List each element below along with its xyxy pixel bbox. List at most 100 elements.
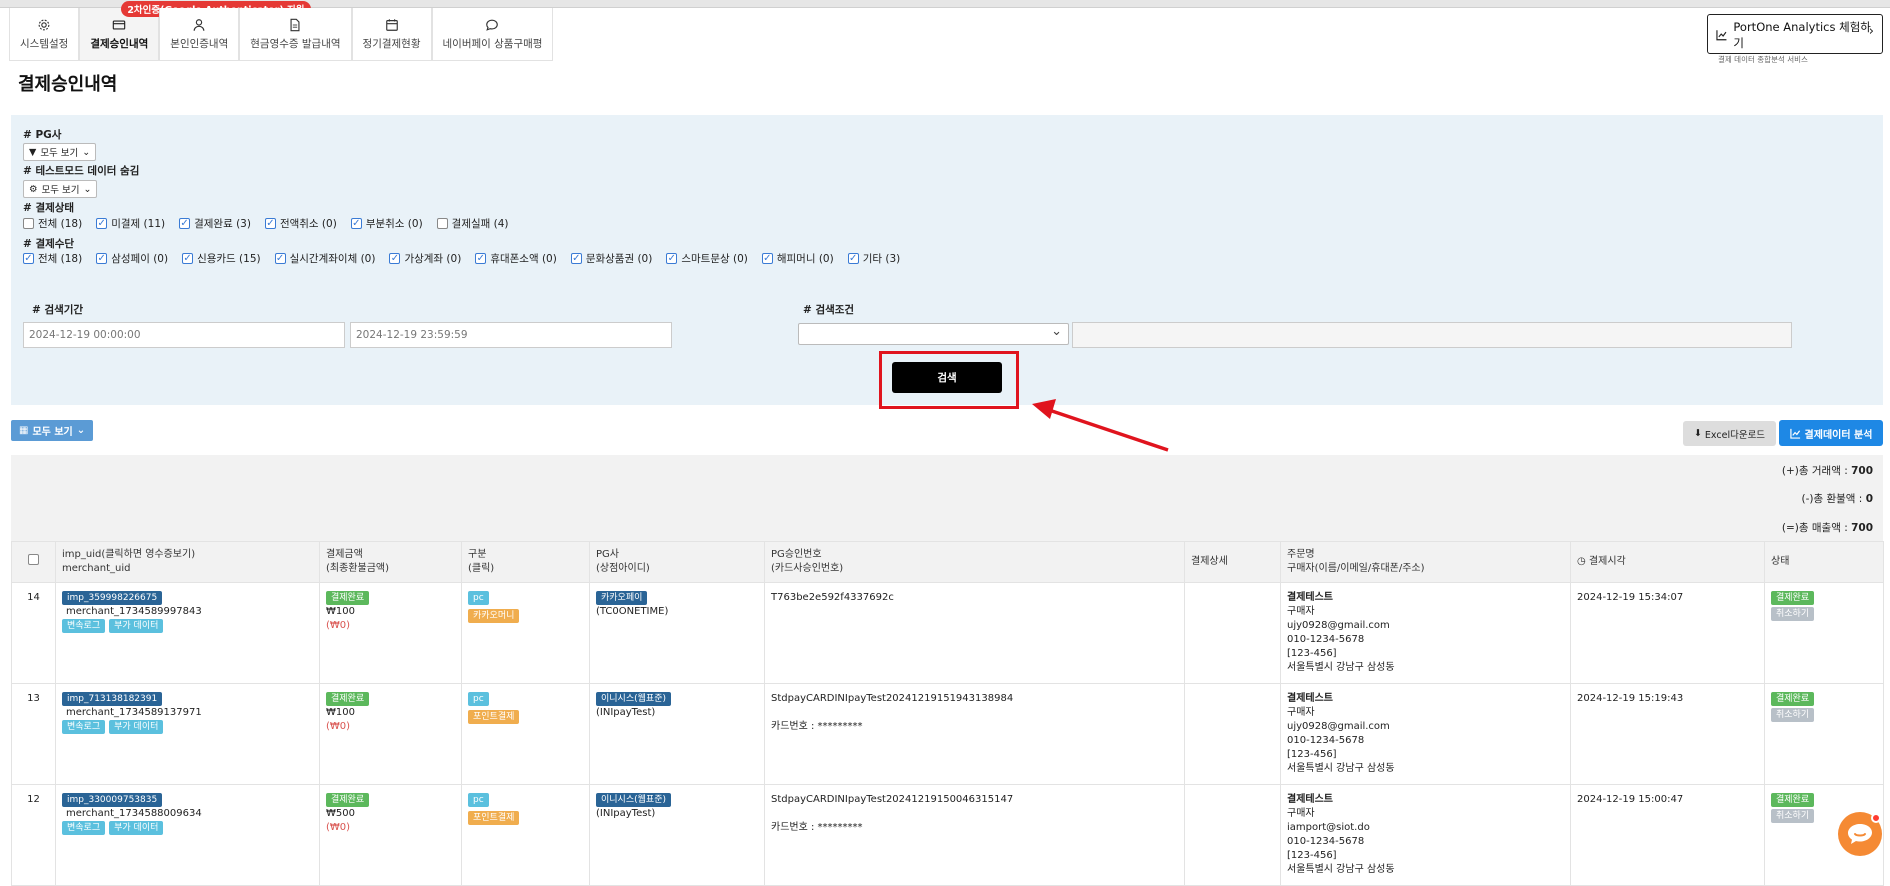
checkbox[interactable] (761, 253, 773, 264)
checkbox[interactable] (23, 218, 34, 229)
header-pg-sub: (상점아이디) (596, 563, 650, 574)
buyer-address: 서울특별시 강남구 삼성동 (1287, 763, 1395, 774)
method-label[interactable]: 포인트결제 (468, 710, 520, 724)
checkbox[interactable] (23, 253, 34, 264)
imp-uid-link[interactable]: imp_330009753835 (62, 793, 163, 807)
device-label[interactable]: pc (468, 793, 489, 807)
detail-cell (1184, 582, 1281, 684)
tab-subscriptions[interactable]: 정기결제현황 (351, 8, 432, 61)
pg-filter-dropdown-label: 모두 보기 (40, 148, 79, 159)
status-checkbox-full-cancel[interactable]: 전액취소 (0) (264, 216, 337, 231)
data-analysis-button[interactable]: 결제데이터 분석 (1779, 420, 1883, 446)
approval-cell: T763be2e592f4337692c (764, 582, 1185, 684)
status-cell: 결제완료 취소하기 (1764, 582, 1884, 684)
buyer-email: ujy0928@gmail.com (1287, 721, 1390, 732)
header-time-label: 결제시각 (1588, 556, 1626, 567)
period-end-input[interactable]: 2024-12-19 23:59:59 (350, 322, 672, 348)
condition-select[interactable] (798, 323, 1069, 345)
search-button[interactable]: 검색 (892, 362, 1002, 393)
cancel-button[interactable]: 취소하기 (1771, 607, 1815, 621)
status-checkbox-partial-cancel[interactable]: 부분취소 (0) (350, 216, 423, 231)
status-checkbox-all[interactable]: 전체 (18) (23, 216, 82, 231)
imp-uid-link[interactable]: imp_359998226675 (62, 591, 163, 605)
period-start-input[interactable]: 2024-12-19 00:00:00 (23, 322, 345, 348)
pg-cell: 이니시스(웹표준) (INIpayTest) (589, 784, 765, 886)
method-checkbox-transfer[interactable]: 실시간계좌이체 (0) (274, 251, 375, 266)
tab-identity-verification[interactable]: 본인인증내역 (159, 8, 240, 61)
tab-naverpay-reviews[interactable]: 네이버페이 상품구매평 (431, 8, 554, 61)
device-label[interactable]: pc (468, 692, 489, 706)
clock-icon: ◷ (1577, 556, 1586, 567)
method-checkbox-samsungpay[interactable]: 삼성페이 (0) (96, 251, 168, 266)
checkbox[interactable] (179, 218, 191, 229)
method-checkbox-culture[interactable]: 문화상품권 (0) (570, 251, 652, 266)
buyer-name: 구매자 (1287, 707, 1315, 718)
checkbox[interactable] (264, 218, 276, 229)
status-checkbox-failed[interactable]: 결제실패 (4) (436, 216, 509, 231)
tab-label: 시스템설정 (20, 37, 69, 50)
amount-status-label: 결제완료 (326, 793, 370, 807)
checkbox[interactable] (182, 253, 194, 264)
buyer-address: 서울특별시 강남구 삼성동 (1287, 662, 1395, 673)
analytics-subtitle: 결제 데이터 종합분석 서비스 (1718, 55, 1808, 64)
view-all-label: 모두 보기 (32, 427, 73, 438)
imp-uid-link[interactable]: imp_713138182391 (62, 692, 163, 706)
column-view-all-button[interactable]: ▦ 모두 보기 ⌄ (11, 420, 94, 441)
funnel-icon: ▼ (29, 146, 37, 158)
checkbox[interactable] (475, 253, 487, 264)
method-checkbox-smartculture[interactable]: 스마트문상 (0) (666, 251, 748, 266)
method-checkbox-card[interactable]: 신용카드 (15) (182, 251, 261, 266)
checkbox[interactable] (274, 253, 286, 264)
method-checkbox-vbank[interactable]: 가상계좌 (0) (389, 251, 461, 266)
excel-label: Excel다운로드 (1704, 429, 1766, 441)
checkbox[interactable] (847, 253, 859, 264)
buyer-name: 구매자 (1287, 606, 1315, 617)
portone-analytics-button[interactable]: PortOne Analytics 체험하기 결제 데이터 종합분석 서비스 › (1707, 14, 1883, 64)
cancel-button[interactable]: 취소하기 (1771, 708, 1815, 722)
type-cell: pc 카카오머니 (461, 582, 590, 684)
summary-total: (+)총 거래액 : 700 (1782, 463, 1873, 478)
method-checkbox-all[interactable]: 전체 (18) (23, 251, 82, 266)
payments-table: imp_uid(클릭하면 영수증보기) merchant_uid 결제금액 (최종환… (11, 541, 1884, 886)
change-log-button[interactable]: 변속로그 (62, 720, 106, 734)
tab-system-settings[interactable]: 시스템설정 (9, 8, 80, 61)
tab-payment-approvals[interactable]: 2차인증(Google Authenticator) 지원 결제승인내역 (79, 1, 311, 61)
checkbox[interactable] (96, 253, 108, 264)
pg-filter-dropdown[interactable]: ▼ 모두 보기 ⌄ (23, 143, 97, 161)
test-mode-dropdown[interactable]: ⚙ 모두 보기 ⌄ (23, 180, 98, 198)
excel-download-button[interactable]: ⬇ Excel다운로드 (1683, 421, 1776, 446)
checkbox[interactable] (666, 253, 678, 264)
amount-cell: 결제완료 ₩100 (₩0) (319, 582, 462, 684)
extra-data-button[interactable]: 부가 데이터 (109, 619, 164, 633)
cancel-button[interactable]: 취소하기 (1771, 809, 1815, 823)
tab-cash-receipts[interactable]: 현금영수증 발급내역 (239, 8, 352, 61)
extra-data-button[interactable]: 부가 데이터 (109, 821, 164, 835)
checkbox[interactable] (389, 253, 401, 264)
person-icon (193, 18, 205, 31)
method-checkbox-happymoney[interactable]: 해피머니 (0) (761, 251, 834, 266)
select-all-checkbox[interactable] (28, 554, 39, 565)
detail-cell (1184, 683, 1281, 785)
checkbox[interactable] (96, 218, 108, 229)
header-type: 구분 (클릭) (461, 541, 590, 583)
checkbox[interactable] (436, 218, 448, 229)
time-cell: 2024-12-19 15:19:43 (1570, 683, 1765, 785)
condition-label: # 검색조건 (803, 304, 855, 316)
device-label[interactable]: pc (468, 591, 489, 605)
tab-label: 네이버페이 상품구매평 (442, 37, 543, 50)
extra-data-button[interactable]: 부가 데이터 (109, 720, 164, 734)
method-label[interactable]: 포인트결제 (468, 811, 520, 825)
checkbox[interactable] (570, 253, 582, 264)
gear-icon (38, 19, 50, 30)
summary-refund-label: (-)총 환불액 : (1801, 493, 1863, 505)
status-checkbox-paid[interactable]: 결제완료 (3) (179, 216, 251, 231)
condition-input[interactable] (1072, 322, 1792, 348)
status-checkbox-unpaid[interactable]: 미결제 (11) (96, 216, 165, 231)
change-log-button[interactable]: 변속로그 (62, 619, 106, 633)
line-chart-icon (1716, 30, 1727, 41)
method-checkbox-etc[interactable]: 기타 (3) (847, 251, 900, 266)
change-log-button[interactable]: 변속로그 (62, 821, 106, 835)
checkbox[interactable] (350, 218, 362, 229)
method-checkbox-phone[interactable]: 휴대폰소액 (0) (475, 251, 557, 266)
method-label[interactable]: 카카오머니 (468, 609, 520, 623)
